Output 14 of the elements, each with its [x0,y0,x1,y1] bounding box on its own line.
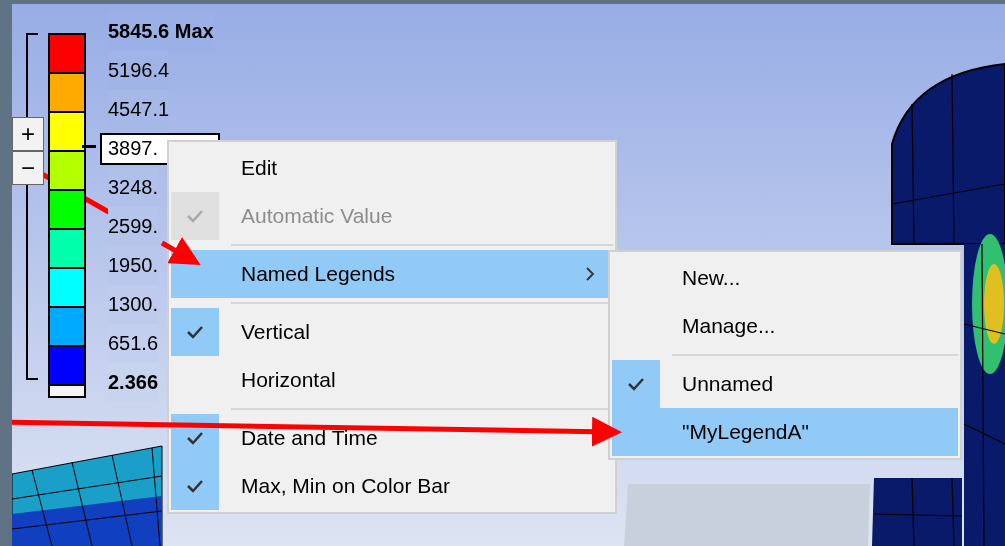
menu-item[interactable]: Date and Time [171,414,613,462]
increase-button[interactable]: + [12,117,44,151]
checkmark-icon [186,325,204,339]
arrow [160,237,201,265]
menu-item[interactable]: Unnamed [612,360,958,408]
menu-item[interactable]: New... [612,254,958,302]
menu-item[interactable]: Vertical [171,308,613,356]
checkmark-icon [627,377,645,391]
menu-item[interactable]: Manage... [612,302,958,350]
checkmark-icon [186,431,204,445]
checkmark-icon [186,209,204,223]
checkmark-icon [186,479,204,493]
menu-item[interactable]: Max, Min on Color Bar [171,462,613,510]
menu-item[interactable]: "MyLegendA" [612,408,958,456]
